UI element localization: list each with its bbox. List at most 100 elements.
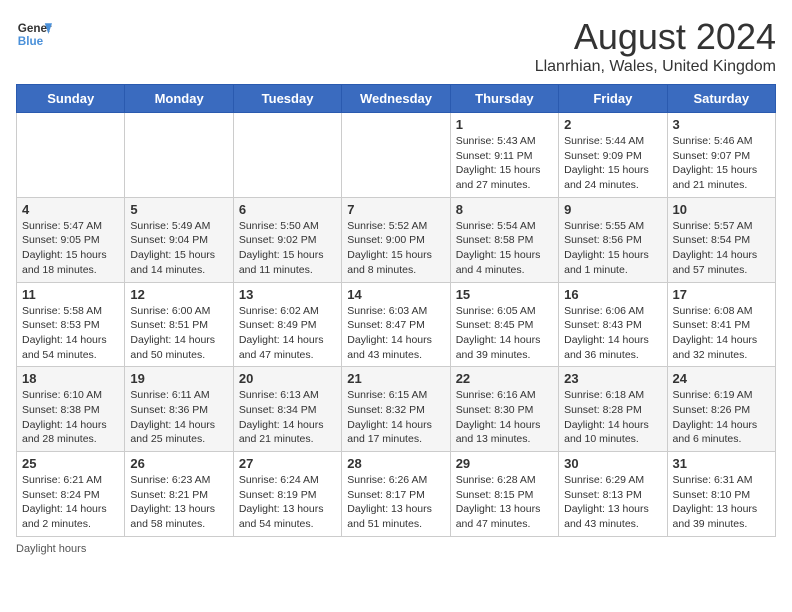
day-number: 23 [564, 371, 661, 386]
calendar-day-cell: 15 Sunrise: 6:05 AM Sunset: 8:45 PM Dayli… [450, 282, 558, 367]
day-info: Sunrise: 6:02 AM Sunset: 8:49 PM Dayligh… [239, 304, 336, 363]
footer-note: Daylight hours [16, 543, 776, 555]
calendar-week-row: 18Sunrise: 6:10 AM Sunset: 8:38 PM Dayli… [17, 367, 776, 452]
day-number: 14 [347, 287, 444, 302]
day-number: 15 [456, 287, 553, 302]
calendar-week-row: 1Sunrise: 5:43 AM Sunset: 9:11 PM Daylig… [17, 113, 776, 198]
day-number: 29 [456, 456, 553, 471]
day-info: Sunrise: 6:28 AM Sunset: 8:15 PM Dayligh… [456, 473, 553, 532]
calendar-day-cell: 2 Sunrise: 5:44 AM Sunset: 9:09 PM Daylig… [559, 113, 667, 198]
day-number: 4 [22, 202, 119, 217]
day-info: Sunrise: 6:15 AM Sunset: 8:32 PM Dayligh… [347, 388, 444, 447]
calendar-day-cell [342, 113, 450, 198]
day-number: 16 [564, 287, 661, 302]
logo-icon: General Blue [16, 16, 52, 52]
day-number: 17 [673, 287, 770, 302]
day-number: 11 [22, 287, 119, 302]
calendar-day-cell: 12 Sunrise: 6:00 AM Sunset: 8:51 PM Dayli… [125, 282, 233, 367]
day-number: 19 [130, 371, 227, 386]
day-number: 7 [347, 202, 444, 217]
main-title: August 2024 [535, 16, 776, 58]
day-info: Sunrise: 6:16 AM Sunset: 8:30 PM Dayligh… [456, 388, 553, 447]
day-number: 25 [22, 456, 119, 471]
day-number: 2 [564, 117, 661, 132]
calendar-day-cell: 5Sunrise: 5:49 AM Sunset: 9:04 PM Daylig… [125, 197, 233, 282]
day-info: Sunrise: 6:26 AM Sunset: 8:17 PM Dayligh… [347, 473, 444, 532]
day-number: 20 [239, 371, 336, 386]
calendar-day-cell: 10 Sunrise: 5:57 AM Sunset: 8:54 PM Dayli… [667, 197, 775, 282]
calendar-day-cell [233, 113, 341, 198]
day-info: Sunrise: 6:23 AM Sunset: 8:21 PM Dayligh… [130, 473, 227, 532]
day-info: Sunrise: 6:24 AM Sunset: 8:19 PM Dayligh… [239, 473, 336, 532]
day-number: 24 [673, 371, 770, 386]
day-info: Sunrise: 6:29 AM Sunset: 8:13 PM Dayligh… [564, 473, 661, 532]
calendar-day-cell: 21 Sunrise: 6:15 AM Sunset: 8:32 PM Dayli… [342, 367, 450, 452]
calendar-day-cell: 26 Sunrise: 6:23 AM Sunset: 8:21 PM Dayli… [125, 452, 233, 537]
day-info: Sunrise: 6:05 AM Sunset: 8:45 PM Dayligh… [456, 304, 553, 363]
day-of-week-header: Tuesday [233, 85, 341, 113]
day-of-week-header: Monday [125, 85, 233, 113]
day-number: 21 [347, 371, 444, 386]
calendar-day-cell: 13 Sunrise: 6:02 AM Sunset: 8:49 PM Dayli… [233, 282, 341, 367]
calendar-day-cell: 16 Sunrise: 6:06 AM Sunset: 8:43 PM Dayli… [559, 282, 667, 367]
day-number: 12 [130, 287, 227, 302]
day-number: 6 [239, 202, 336, 217]
day-number: 30 [564, 456, 661, 471]
day-info: Sunrise: 5:44 AM Sunset: 9:09 PM Dayligh… [564, 134, 661, 193]
day-number: 28 [347, 456, 444, 471]
svg-text:Blue: Blue [18, 35, 44, 48]
calendar-day-cell: 8Sunrise: 5:54 AM Sunset: 8:58 PM Daylig… [450, 197, 558, 282]
logo: General Blue [16, 16, 52, 52]
day-info: Sunrise: 5:47 AM Sunset: 9:05 PM Dayligh… [22, 219, 119, 278]
calendar-day-cell: 7 Sunrise: 5:52 AM Sunset: 9:00 PM Daylig… [342, 197, 450, 282]
subtitle: Llanrhian, Wales, United Kingdom [535, 58, 776, 76]
calendar-day-cell: 25 Sunrise: 6:21 AM Sunset: 8:24 PM Dayli… [17, 452, 125, 537]
day-info: Sunrise: 6:13 AM Sunset: 8:34 PM Dayligh… [239, 388, 336, 447]
day-info: Sunrise: 5:49 AM Sunset: 9:04 PM Dayligh… [130, 219, 227, 278]
calendar-day-cell: 30 Sunrise: 6:29 AM Sunset: 8:13 PM Dayli… [559, 452, 667, 537]
calendar-day-cell: 27 Sunrise: 6:24 AM Sunset: 8:19 PM Dayli… [233, 452, 341, 537]
day-of-week-header: Saturday [667, 85, 775, 113]
day-info: Sunrise: 6:21 AM Sunset: 8:24 PM Dayligh… [22, 473, 119, 532]
calendar-body: 1Sunrise: 5:43 AM Sunset: 9:11 PM Daylig… [17, 113, 776, 537]
calendar-day-cell: 4 Sunrise: 5:47 AM Sunset: 9:05 PM Daylig… [17, 197, 125, 282]
day-info: Sunrise: 5:43 AM Sunset: 9:11 PM Dayligh… [456, 134, 553, 193]
day-number: 27 [239, 456, 336, 471]
calendar-day-cell: 11 Sunrise: 5:58 AM Sunset: 8:53 PM Dayli… [17, 282, 125, 367]
day-info: Sunrise: 6:11 AM Sunset: 8:36 PM Dayligh… [130, 388, 227, 447]
calendar-day-cell: 28 Sunrise: 6:26 AM Sunset: 8:17 PM Dayli… [342, 452, 450, 537]
calendar-day-cell: 17Sunrise: 6:08 AM Sunset: 8:41 PM Dayli… [667, 282, 775, 367]
calendar-day-cell: 6 Sunrise: 5:50 AM Sunset: 9:02 PM Daylig… [233, 197, 341, 282]
day-info: Sunrise: 6:18 AM Sunset: 8:28 PM Dayligh… [564, 388, 661, 447]
calendar-day-cell: 1Sunrise: 5:43 AM Sunset: 9:11 PM Daylig… [450, 113, 558, 198]
calendar-day-cell: 31Sunrise: 6:31 AM Sunset: 8:10 PM Dayli… [667, 452, 775, 537]
day-number: 3 [673, 117, 770, 132]
day-of-week-header: Sunday [17, 85, 125, 113]
calendar-week-row: 11 Sunrise: 5:58 AM Sunset: 8:53 PM Dayli… [17, 282, 776, 367]
day-info: Sunrise: 6:06 AM Sunset: 8:43 PM Dayligh… [564, 304, 661, 363]
day-info: Sunrise: 5:55 AM Sunset: 8:56 PM Dayligh… [564, 219, 661, 278]
calendar-day-cell [17, 113, 125, 198]
calendar-day-cell: 14 Sunrise: 6:03 AM Sunset: 8:47 PM Dayli… [342, 282, 450, 367]
calendar-day-cell: 22Sunrise: 6:16 AM Sunset: 8:30 PM Dayli… [450, 367, 558, 452]
day-number: 26 [130, 456, 227, 471]
day-number: 10 [673, 202, 770, 217]
day-info: Sunrise: 6:19 AM Sunset: 8:26 PM Dayligh… [673, 388, 770, 447]
day-info: Sunrise: 5:54 AM Sunset: 8:58 PM Dayligh… [456, 219, 553, 278]
day-info: Sunrise: 5:57 AM Sunset: 8:54 PM Dayligh… [673, 219, 770, 278]
day-of-week-header: Thursday [450, 85, 558, 113]
day-info: Sunrise: 6:03 AM Sunset: 8:47 PM Dayligh… [347, 304, 444, 363]
day-of-week-header: Friday [559, 85, 667, 113]
day-info: Sunrise: 5:46 AM Sunset: 9:07 PM Dayligh… [673, 134, 770, 193]
day-info: Sunrise: 6:31 AM Sunset: 8:10 PM Dayligh… [673, 473, 770, 532]
day-info: Sunrise: 5:52 AM Sunset: 9:00 PM Dayligh… [347, 219, 444, 278]
day-info: Sunrise: 5:50 AM Sunset: 9:02 PM Dayligh… [239, 219, 336, 278]
calendar-day-cell: 3 Sunrise: 5:46 AM Sunset: 9:07 PM Daylig… [667, 113, 775, 198]
page-header: General Blue August 2024 Llanrhian, Wale… [16, 16, 776, 76]
day-info: Sunrise: 6:10 AM Sunset: 8:38 PM Dayligh… [22, 388, 119, 447]
calendar-day-cell: 29 Sunrise: 6:28 AM Sunset: 8:15 PM Dayli… [450, 452, 558, 537]
day-number: 13 [239, 287, 336, 302]
day-info: Sunrise: 5:58 AM Sunset: 8:53 PM Dayligh… [22, 304, 119, 363]
day-info: Sunrise: 6:00 AM Sunset: 8:51 PM Dayligh… [130, 304, 227, 363]
calendar-day-cell: 9Sunrise: 5:55 AM Sunset: 8:56 PM Daylig… [559, 197, 667, 282]
